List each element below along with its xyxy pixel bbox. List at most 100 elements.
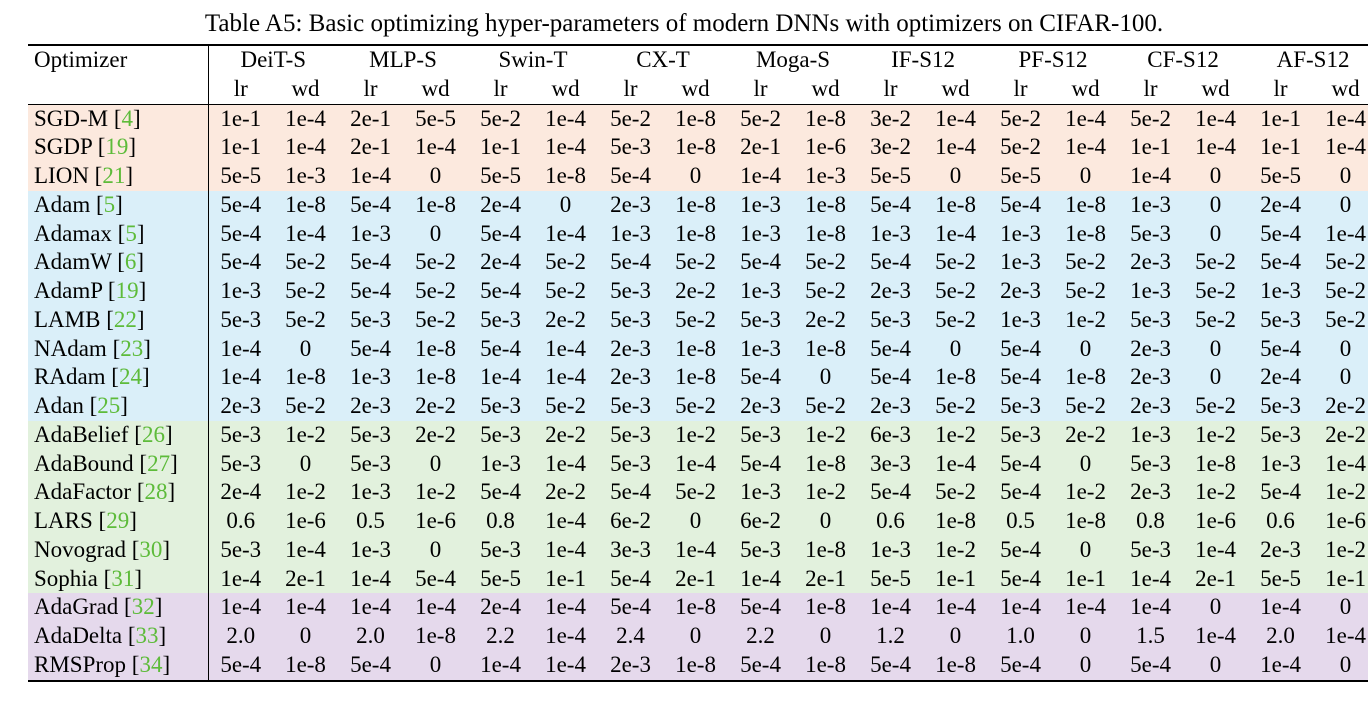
cell-value: 1e-4 [1053, 104, 1118, 133]
cell-value: 1e-3 [338, 220, 403, 249]
cell-value: 1e-8 [663, 220, 728, 249]
optimizer-name: AdaGrad [32] [28, 593, 208, 622]
cell-value: 5e-5 [1248, 162, 1313, 191]
cell-value: 3e-2 [858, 133, 923, 162]
cell-value: 1e-2 [273, 478, 338, 507]
cell-value: 5e-2 [1183, 306, 1248, 335]
cell-value: 2.2 [468, 622, 533, 651]
subcol-lr: lr [1118, 75, 1183, 104]
cell-value: 0 [663, 162, 728, 191]
subcol-lr: lr [468, 75, 533, 104]
cell-value: 5e-4 [988, 363, 1053, 392]
table-row: RMSProp [34]5e-41e-85e-401e-41e-42e-31e-… [28, 651, 1368, 681]
cell-value: 5e-2 [793, 248, 858, 277]
col-model-7: CF-S12 [1118, 45, 1248, 75]
cell-value: 2e-1 [793, 565, 858, 594]
subcol-wd: wd [273, 75, 338, 104]
cell-value: 5e-2 [728, 104, 793, 133]
cell-value: 1e-3 [1118, 191, 1183, 220]
cell-value: 5e-4 [988, 335, 1053, 364]
citation-ref: 24 [119, 364, 142, 389]
cell-value: 5e-4 [728, 651, 793, 681]
table-row: Novograd [30]5e-31e-41e-305e-31e-43e-31e… [28, 536, 1368, 565]
cell-value: 2e-1 [663, 565, 728, 594]
cell-value: 5e-3 [858, 306, 923, 335]
cell-value: 1e-4 [273, 133, 338, 162]
cell-value: 5e-3 [208, 450, 273, 479]
cell-value: 5e-2 [403, 277, 468, 306]
cell-value: 1e-8 [663, 104, 728, 133]
cell-value: 5e-4 [858, 363, 923, 392]
cell-value: 2e-3 [208, 392, 273, 421]
cell-value: 5e-2 [273, 392, 338, 421]
cell-value: 5e-3 [1118, 306, 1183, 335]
cell-value: 5e-5 [468, 565, 533, 594]
cell-value: 2e-3 [728, 392, 793, 421]
cell-value: 0 [1053, 450, 1118, 479]
cell-value: 0 [1313, 191, 1368, 220]
cell-value: 1e-4 [923, 450, 988, 479]
cell-value: 5e-3 [338, 421, 403, 450]
subcol-wd: wd [793, 75, 858, 104]
subcol-lr: lr [728, 75, 793, 104]
cell-value: 5e-2 [923, 248, 988, 277]
citation-ref: 34 [139, 652, 162, 677]
cell-value: 2.4 [598, 622, 663, 651]
table-row: LION [21]5e-51e-31e-405e-51e-85e-401e-41… [28, 162, 1368, 191]
cell-value: 5e-2 [663, 306, 728, 335]
cell-value: 5e-4 [208, 248, 273, 277]
cell-value: 1e-4 [1053, 133, 1118, 162]
cell-value: 1e-4 [923, 593, 988, 622]
cell-value: 0 [403, 220, 468, 249]
cell-value: 1e-4 [1118, 162, 1183, 191]
cell-value: 5e-2 [663, 478, 728, 507]
cell-value: 1.2 [858, 622, 923, 651]
cell-value: 1e-4 [533, 335, 598, 364]
cell-value: 1e-4 [468, 651, 533, 681]
cell-value: 0 [403, 450, 468, 479]
cell-value: 5e-4 [598, 593, 663, 622]
cell-value: 1e-4 [1313, 622, 1368, 651]
cell-value: 1e-8 [403, 622, 468, 651]
cell-value: 5e-2 [923, 392, 988, 421]
cell-value: 5e-2 [793, 277, 858, 306]
cell-value: 1e-1 [468, 133, 533, 162]
table-row: AdaFactor [28]2e-41e-21e-31e-25e-42e-25e… [28, 478, 1368, 507]
cell-value: 1e-4 [1313, 450, 1368, 479]
cell-value: 5e-4 [858, 651, 923, 681]
cell-value: 0 [1053, 536, 1118, 565]
cell-value: 2e-4 [468, 248, 533, 277]
cell-value: 1e-8 [923, 191, 988, 220]
cell-value: 0.6 [1248, 507, 1313, 536]
cell-value: 0 [1183, 593, 1248, 622]
cell-value: 0 [1183, 335, 1248, 364]
citation-ref: 5 [104, 192, 116, 217]
cell-value: 0 [1053, 162, 1118, 191]
cell-value: 1e-8 [1053, 191, 1118, 220]
cell-value: 5e-2 [273, 277, 338, 306]
cell-value: 1e-2 [1183, 478, 1248, 507]
cell-value: 1e-3 [793, 162, 858, 191]
optimizer-name: AdamW [6] [28, 248, 208, 277]
cell-value: 5e-2 [793, 392, 858, 421]
cell-value: 0 [1183, 191, 1248, 220]
cell-value: 2e-2 [403, 421, 468, 450]
cell-value: 5e-2 [1183, 277, 1248, 306]
citation-ref: 30 [139, 537, 162, 562]
table-row: AdaGrad [32]1e-41e-41e-41e-42e-41e-45e-4… [28, 593, 1368, 622]
cell-value: 2.0 [1248, 622, 1313, 651]
cell-value: 1e-2 [1183, 421, 1248, 450]
subcol-lr: lr [988, 75, 1053, 104]
cell-value: 5e-4 [338, 277, 403, 306]
subcol-wd: wd [1053, 75, 1118, 104]
cell-value: 0 [273, 622, 338, 651]
cell-value: 2e-3 [598, 191, 663, 220]
optimizer-name: Adan [25] [28, 392, 208, 421]
cell-value: 2e-3 [1248, 536, 1313, 565]
citation-ref: 19 [105, 134, 128, 159]
cell-value: 5e-4 [858, 248, 923, 277]
cell-value: 1e-4 [923, 104, 988, 133]
cell-value: 1e-3 [988, 248, 1053, 277]
cell-value: 5e-2 [923, 478, 988, 507]
cell-value: 1e-1 [1118, 133, 1183, 162]
